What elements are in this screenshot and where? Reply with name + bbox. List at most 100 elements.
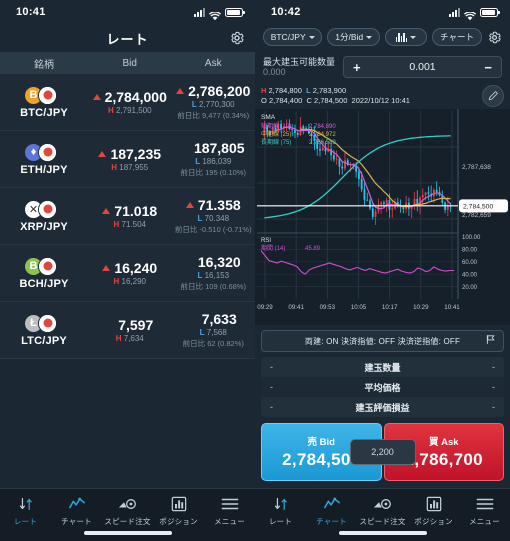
chart-type-selector[interactable] [385,28,427,46]
price-chart[interactable]: SMA 短期線 (10) 2,784,890 中期線 (25) 2,784,972 長期線… [255,109,510,326]
coin-pair-icons: Ł [24,313,64,333]
bid-price: 2,784,000 [92,89,167,105]
order-settings-strip[interactable]: 両建: ON 決済指値: OFF 決済逆指値: OFF [261,330,504,353]
ask-cell: 16,320 L 16,153 前日比 109 (0.68%) [172,254,256,292]
svg-text:短期線 (10): 短期線 (10) [261,122,291,130]
gear-icon[interactable] [229,30,245,46]
decrease-quantity-button[interactable]: − [484,60,492,75]
chart-button[interactable]: チャート [432,28,482,46]
status-bar-left: 10:41 [0,0,255,24]
ohlc-info: H 2,784,800 L 2,783,900 O 2,784,400 C 2,… [255,84,510,110]
symbol-cell: ♦ ETH/JPY [0,142,88,176]
svg-text:09:41: 09:41 [288,304,304,311]
bid-high: H 7,634 [115,334,144,343]
table-row[interactable]: ✕ XRP/JPY 71.018 H 71.504 71.358 L 70.348 前日比 … [0,188,255,245]
wifi-icon [208,8,222,20]
coin-pair-icons: ♦ [24,142,64,162]
tab-chart-line[interactable]: チャート [51,495,102,527]
tab-label: チャート [316,517,347,526]
buy-ask-price: 2,786,700 [404,450,483,470]
symbol-selector-label: BTC/JPY [270,32,306,42]
tab-rate-arrows[interactable]: レート [255,495,306,527]
max-position-label: 最大建玉可能数量 [263,56,336,67]
tab-position-bars[interactable]: ポジション [408,495,459,527]
low-label: L [306,86,311,95]
svg-text:中期線 (25): 中期線 (25) [261,130,291,138]
tab-label: スピード注文 [359,517,406,526]
svg-text:2,782,659: 2,782,659 [462,212,491,219]
ask-low: L 70.348 [197,214,230,223]
tab-position-bars[interactable]: ポジション [153,495,204,527]
bid-price: 71.018 [102,203,157,219]
svg-text:SMA: SMA [261,114,276,121]
symbol-label: LTC/JPY [21,334,67,347]
up-arrow-icon [92,94,101,100]
coin-pair-icons: B [24,85,64,105]
quantity-value[interactable]: 0.001 [409,61,435,73]
tab-label: レート [268,517,293,526]
speed-order-icon [373,495,392,513]
tab-label: スピード注文 [104,517,151,526]
ask-price: 71.358 [185,197,241,213]
left-title-bar: レート [0,24,255,52]
tab-chart-line[interactable]: チャート [306,495,357,527]
position-label: 建玉評価損益 [355,402,410,413]
position-row: - 建玉数量 - [261,357,504,378]
table-row[interactable]: Ł LTC/JPY 7,597 H 7,634 7,633 L 7,568 前日比 62 (… [0,302,255,359]
tab-label: メニュー [469,517,500,526]
rate-arrows-icon [18,495,34,513]
table-row[interactable]: B BCH/JPY 16,240 H 16,290 16,320 L 16,153 前日比 … [0,245,255,302]
ask-price: 187,805 [193,140,245,156]
bid-price: 187,235 [98,146,161,162]
tab-speed-order[interactable]: スピード注文 [102,495,153,527]
chart-line-icon [68,495,86,513]
position-left-value: - [270,402,273,413]
table-row[interactable]: B BTC/JPY 2,784,000 H 2,791,500 2,786,200 L 2… [0,74,255,131]
position-right-value: - [492,382,495,393]
jpy-flag-icon [38,256,57,276]
jpy-flag-icon [38,313,57,333]
position-bars-icon [171,495,187,513]
ask-cell: 187,805 L 186,039 前日比 195 (0.10%) [172,140,256,178]
bid-cell: 16,240 H 16,290 [88,260,172,286]
tab-label: レート [13,517,38,526]
page-title: レート [106,31,149,47]
up-arrow-icon [102,265,111,271]
pencil-icon[interactable] [482,85,504,107]
close-value: 2,784,500 [314,96,348,106]
ask-low: L 2,770,300 [191,100,235,109]
quantity-stepper[interactable]: + 0.001 − [343,56,502,78]
daily-change: 前日比 62 (0.82%) [182,339,244,348]
home-indicator [338,531,427,535]
bid-high: H 2,791,500 [107,106,152,115]
daily-change: 前日比 9,477 (0.34%) [177,111,250,120]
svg-text:40.00: 40.00 [462,273,478,279]
bid-cell: 2,784,000 H 2,791,500 [88,89,172,115]
ask-cell: 71.358 L 70.348 前日比 -0.510 (-0.71%) [172,197,256,235]
tab-hamburger-menu[interactable]: メニュー [204,495,255,527]
max-position-info: 最大建玉可能数量 0.000 [263,57,335,78]
flag-icon[interactable] [485,332,496,350]
interval-selector[interactable]: 1分/Bid [327,28,380,46]
svg-text:10:17: 10:17 [382,304,398,311]
increase-quantity-button[interactable]: + [353,60,361,75]
position-label: 建玉数量 [364,362,401,373]
tab-hamburger-menu[interactable]: メニュー [459,495,510,527]
bid-cell: 7,597 H 7,634 [88,317,172,343]
header-bid: Bid [122,57,137,69]
status-indicators [194,7,245,20]
up-arrow-icon [102,208,111,214]
ohlc-open-close: O 2,784,400 C 2,784,500 2022/10/12 10:41 [261,96,504,106]
tab-speed-order[interactable]: スピード注文 [357,495,408,527]
jpy-flag-icon [38,142,57,162]
tab-rate-arrows[interactable]: レート [0,495,51,527]
max-position-value: 0.000 [263,67,286,77]
bid-cell: 187,235 H 187,955 [88,146,172,172]
svg-text:2,784,890: 2,784,890 [309,124,336,130]
symbol-cell: ✕ XRP/JPY [0,199,88,233]
gear-icon[interactable] [487,30,502,45]
jpy-flag-icon [38,199,57,219]
svg-text:2,787,638: 2,787,638 [462,164,491,171]
table-row[interactable]: ♦ ETH/JPY 187,235 H 187,955 187,805 L 186,039… [0,131,255,188]
symbol-selector[interactable]: BTC/JPY [263,28,323,46]
